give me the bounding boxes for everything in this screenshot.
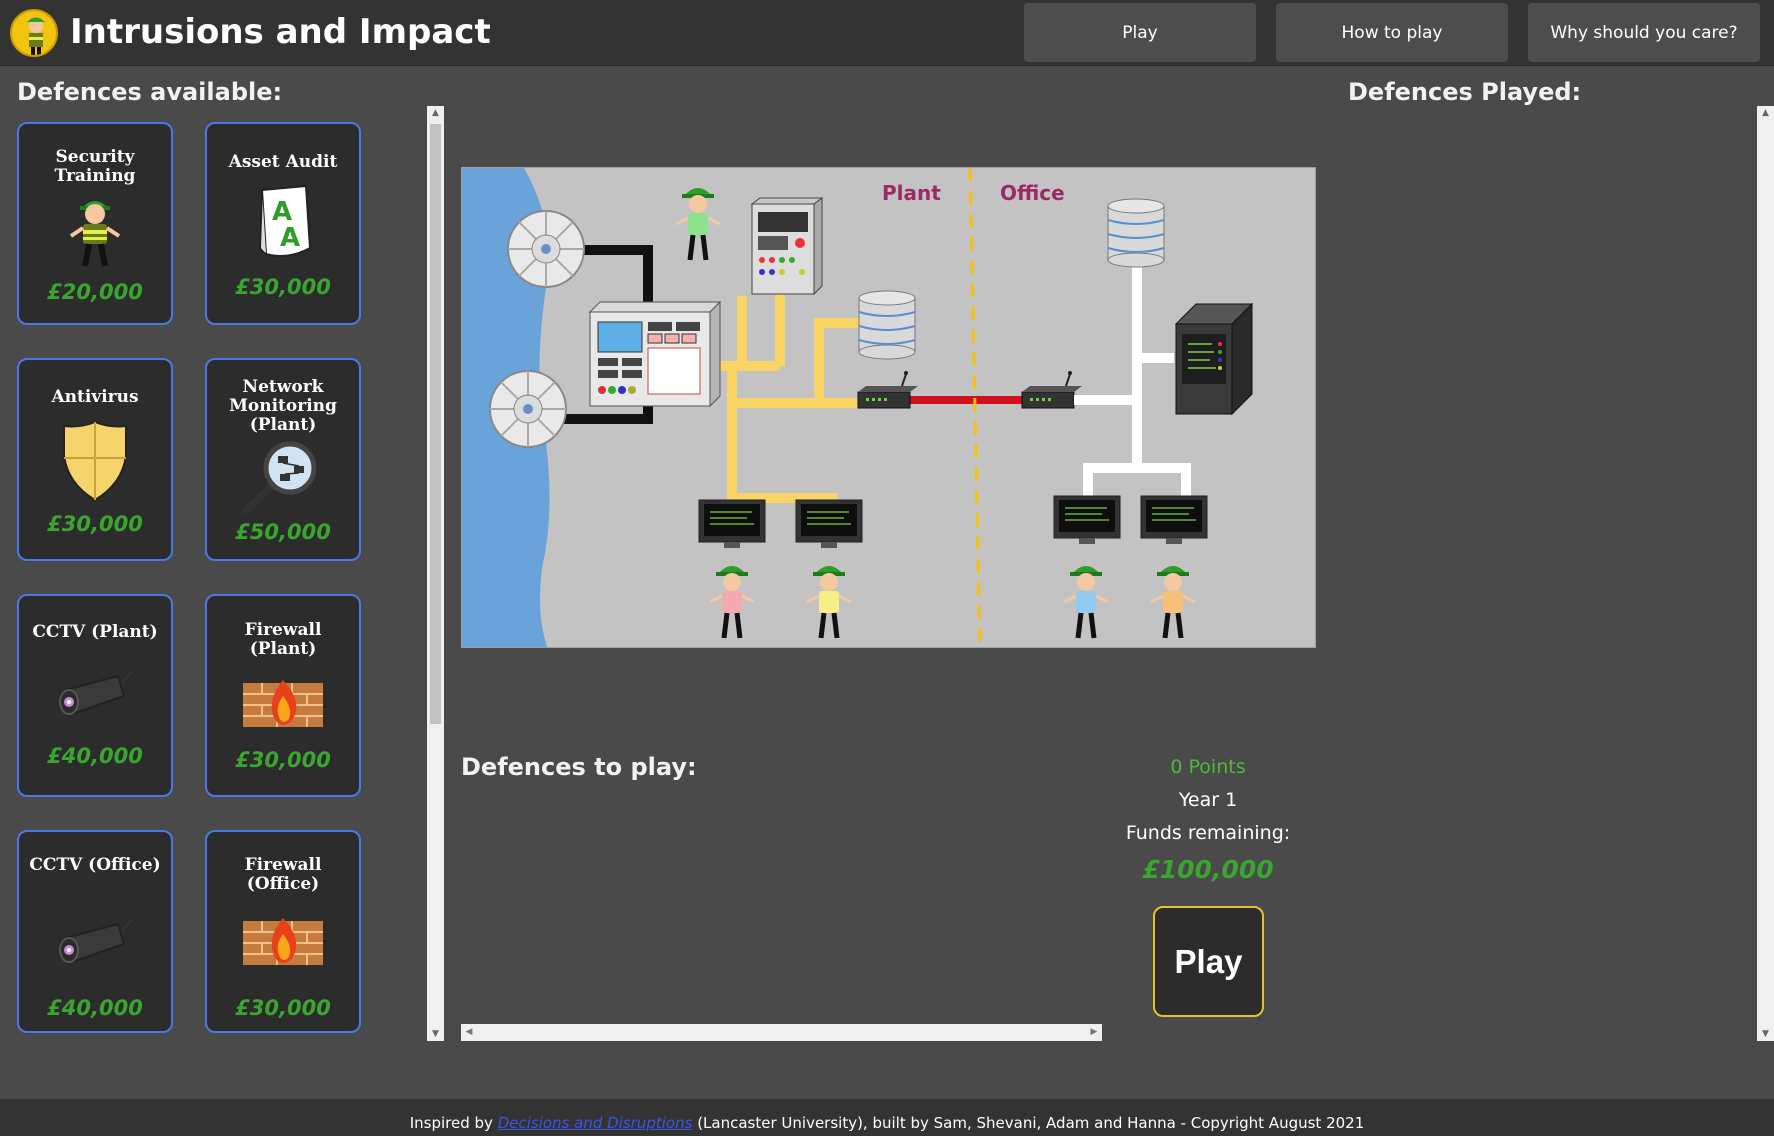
card-price: £30,000 bbox=[235, 996, 331, 1020]
card-antivirus[interactable]: Antivirus £30,000 bbox=[17, 358, 173, 561]
card-name: Antivirus bbox=[51, 387, 139, 407]
magnifier-network-icon bbox=[207, 440, 359, 516]
card-price: £30,000 bbox=[235, 275, 331, 299]
card-price: £50,000 bbox=[235, 520, 331, 544]
monitor-icon bbox=[698, 499, 766, 548]
year-text: Year 1 bbox=[1178, 789, 1238, 811]
card-name: CCTV (Plant) bbox=[32, 622, 158, 642]
footer-link[interactable]: Decisions and Disruptions bbox=[498, 1114, 693, 1132]
scroll-up-arrow-icon[interactable]: ▲ bbox=[1757, 106, 1774, 120]
card-name: Network Monitoring (Plant) bbox=[229, 377, 337, 435]
monitor-icon bbox=[795, 499, 863, 548]
router-icon bbox=[857, 371, 918, 409]
header-bar: Intrusions and Impact Play How to play W… bbox=[0, 0, 1774, 66]
monitor-icon bbox=[1140, 495, 1208, 544]
defences-played-title: Defences Played: bbox=[1348, 78, 1582, 106]
guard-icon bbox=[19, 192, 171, 268]
scroll-down-arrow-icon[interactable]: ▼ bbox=[427, 1027, 444, 1041]
footer-prefix: Inspired by bbox=[409, 1114, 498, 1132]
card-security-training[interactable]: Security Training £20,000 bbox=[17, 122, 173, 325]
worker-icon bbox=[1063, 566, 1109, 639]
footer: Inspired by Decisions and Disruptions (L… bbox=[0, 1099, 1774, 1136]
zone-label-plant: Plant bbox=[882, 181, 941, 205]
card-name: Security Training bbox=[54, 147, 136, 186]
firewall-icon bbox=[207, 678, 359, 728]
card-price: £30,000 bbox=[47, 512, 143, 536]
defences-scrollbar[interactable]: ▲ ▼ bbox=[427, 106, 444, 1041]
nav-how-to-play-button[interactable]: How to play bbox=[1276, 3, 1508, 62]
worker-icon bbox=[1150, 566, 1196, 639]
network-diagram: Plant Office bbox=[461, 167, 1316, 648]
control-panel-icon bbox=[588, 300, 722, 408]
card-price: £30,000 bbox=[235, 748, 331, 772]
shield-icon bbox=[19, 418, 171, 504]
card-network-monitoring-plant[interactable]: Network Monitoring (Plant) £50,000 bbox=[205, 358, 361, 561]
nav-why-care-button[interactable]: Why should you care? bbox=[1528, 3, 1760, 62]
points-text: 0 Points bbox=[1170, 756, 1246, 778]
defences-available-title: Defences available: bbox=[17, 78, 283, 106]
app-title: Intrusions and Impact bbox=[70, 12, 491, 52]
logo-icon bbox=[10, 9, 58, 57]
funds-label: Funds remaining: bbox=[1125, 822, 1291, 844]
defences-to-play-title: Defences to play: bbox=[461, 753, 697, 781]
card-name: Firewall (Plant) bbox=[244, 620, 322, 659]
card-name: Firewall (Office) bbox=[244, 855, 322, 894]
card-name: CCTV (Office) bbox=[29, 855, 161, 875]
scroll-down-arrow-icon[interactable]: ▼ bbox=[1757, 1027, 1774, 1041]
database-icon bbox=[1107, 198, 1165, 268]
card-asset-audit[interactable]: Asset Audit A A £30,000 bbox=[205, 122, 361, 325]
scrollbar-thumb[interactable] bbox=[430, 124, 441, 724]
database-icon bbox=[858, 290, 916, 360]
defences-to-play-scrollbar[interactable]: ◀ ▶ bbox=[461, 1024, 1102, 1041]
worker-icon bbox=[675, 188, 721, 261]
router-icon bbox=[1021, 371, 1082, 409]
card-price: £40,000 bbox=[47, 996, 143, 1020]
document-icon: A A bbox=[207, 182, 359, 262]
scroll-left-arrow-icon[interactable]: ◀ bbox=[463, 1024, 475, 1041]
server-icon bbox=[1174, 302, 1254, 416]
plc-icon bbox=[750, 197, 824, 296]
card-name: Asset Audit bbox=[228, 152, 338, 172]
footer-suffix: (Lancaster University), built by Sam, Sh… bbox=[692, 1114, 1365, 1132]
turbine-icon bbox=[507, 210, 585, 288]
play-turn-button[interactable]: Play bbox=[1153, 906, 1264, 1017]
card-cctv-plant[interactable]: CCTV (Plant) £40,000 bbox=[17, 594, 173, 797]
card-firewall-office[interactable]: Firewall (Office) £30,000 bbox=[205, 830, 361, 1033]
camera-icon bbox=[19, 914, 171, 970]
card-price: £20,000 bbox=[47, 280, 143, 304]
scroll-right-arrow-icon[interactable]: ▶ bbox=[1088, 1024, 1100, 1041]
svg-text:A: A bbox=[280, 223, 300, 253]
worker-icon bbox=[806, 566, 852, 639]
card-price: £40,000 bbox=[47, 744, 143, 768]
card-cctv-office[interactable]: CCTV (Office) £40,000 bbox=[17, 830, 173, 1033]
card-firewall-plant[interactable]: Firewall (Plant) £30,000 bbox=[205, 594, 361, 797]
camera-icon bbox=[19, 666, 171, 722]
funds-value: £100,000 bbox=[1142, 855, 1274, 884]
worker-icon bbox=[709, 566, 755, 639]
firewall-icon bbox=[207, 916, 359, 966]
defences-played-scrollbar[interactable]: ▲ ▼ bbox=[1757, 106, 1774, 1041]
scroll-up-arrow-icon[interactable]: ▲ bbox=[427, 106, 444, 120]
monitor-icon bbox=[1053, 495, 1121, 544]
nav-play-button[interactable]: Play bbox=[1024, 3, 1256, 62]
turbine-icon bbox=[489, 370, 567, 448]
zone-label-office: Office bbox=[1000, 181, 1065, 205]
